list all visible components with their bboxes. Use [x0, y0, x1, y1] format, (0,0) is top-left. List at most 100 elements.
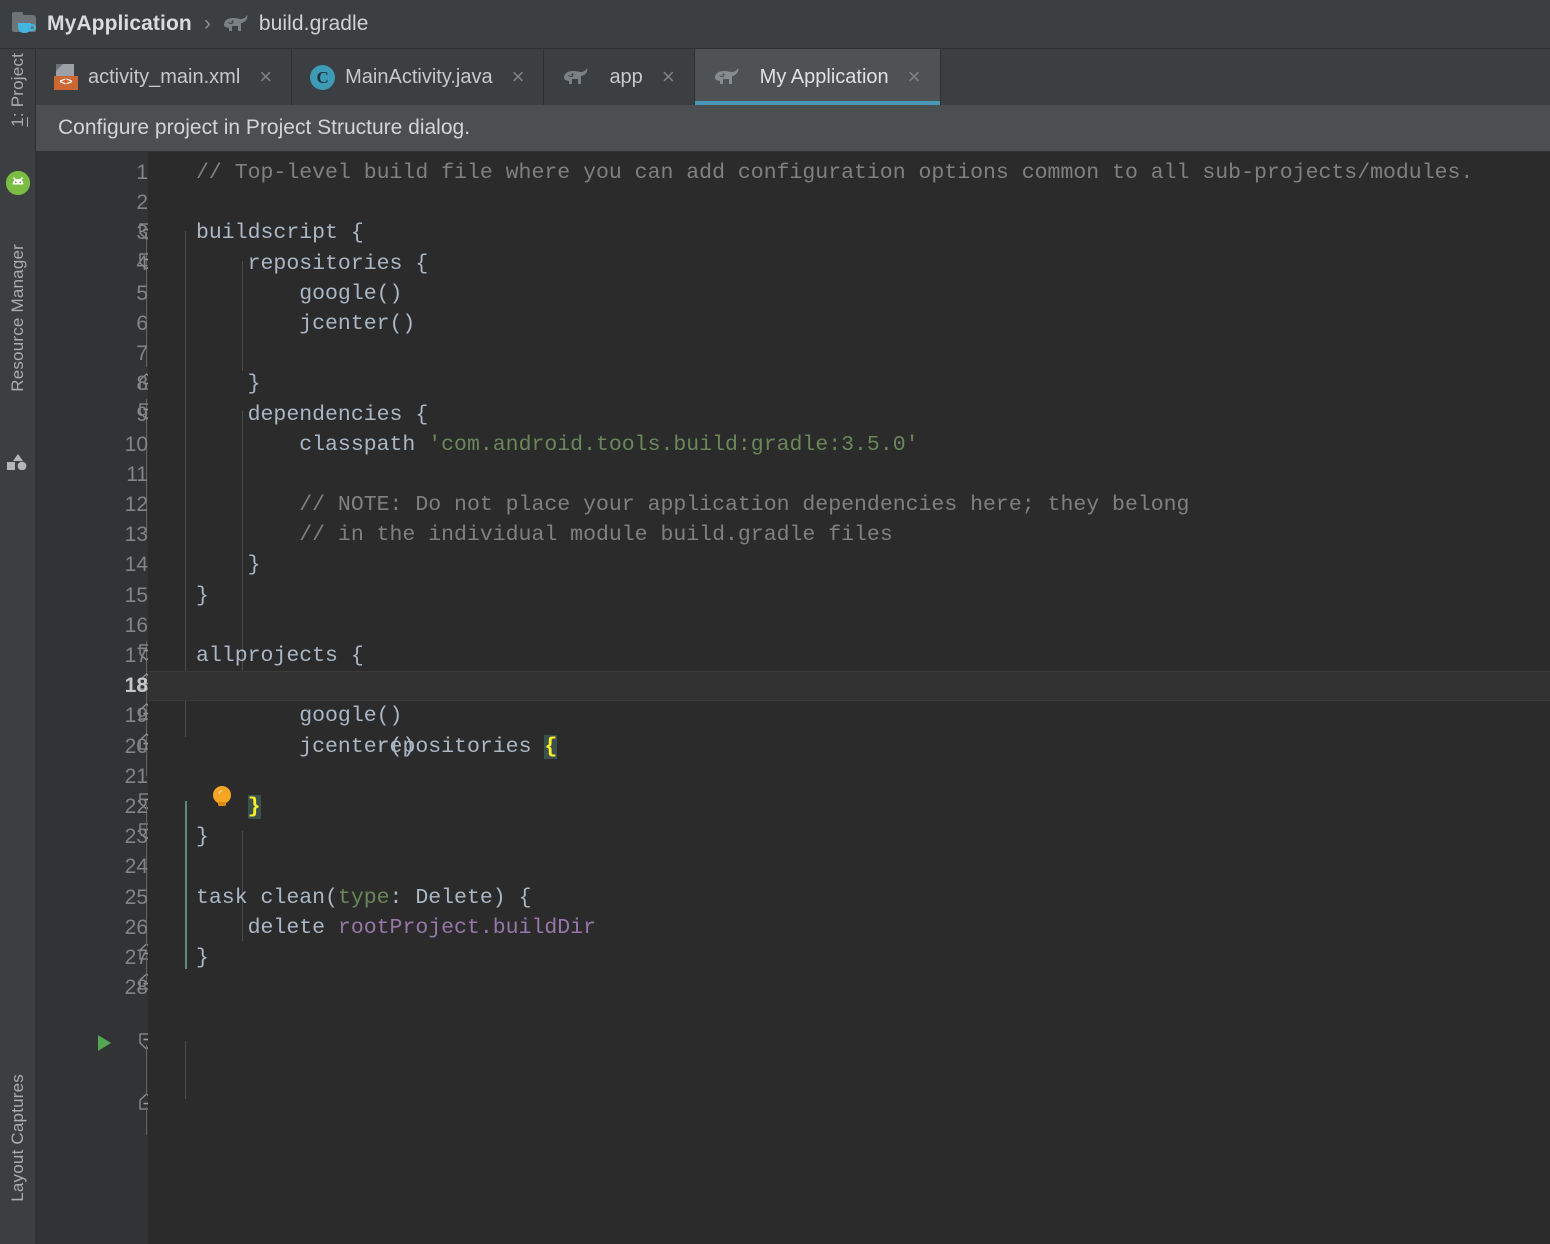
- android-studio-window: MyApplication › build.gradle <> activity…: [0, 0, 1550, 1244]
- run-task-arrow-icon[interactable]: [98, 1035, 111, 1051]
- line-number: 9: [136, 402, 148, 426]
- line-number: 10: [124, 432, 148, 456]
- intention-bulb-icon[interactable]: [211, 785, 233, 809]
- tab-label: My Application: [759, 65, 889, 88]
- left-tool-sidebar: 1: Project Resource Manager Layout Captu…: [0, 49, 36, 1244]
- resource-manager-shapes-icon-wrap[interactable]: [0, 454, 36, 471]
- code-identifier-rootproject: rootProject.buildDir: [337, 915, 596, 940]
- code-line: google(): [196, 704, 403, 729]
- code-line: }: [196, 583, 209, 608]
- line-number: 27: [124, 945, 148, 969]
- tab-label: activity_main.xml: [88, 65, 241, 88]
- line-number: 22: [124, 794, 148, 818]
- code-line: }: [196, 945, 209, 970]
- code-line: }: [196, 825, 209, 850]
- code-keyword-type: type: [337, 885, 390, 910]
- code-line: dependencies {: [196, 402, 429, 427]
- line-number: 20: [124, 734, 148, 758]
- banner-message: Configure project in Project Structure d…: [58, 116, 471, 139]
- line-number: 13: [124, 523, 148, 547]
- line-number: 5: [136, 281, 148, 305]
- line-number: 28: [124, 976, 148, 1000]
- tab-app[interactable]: app ×: [544, 49, 695, 105]
- close-icon[interactable]: ×: [659, 64, 678, 90]
- line-number: 17: [124, 644, 148, 667]
- code-line: }: [148, 792, 1550, 822]
- line-number: 15: [124, 583, 148, 607]
- line-number: 19: [124, 704, 148, 728]
- close-icon[interactable]: ×: [256, 64, 275, 90]
- android-icon: [6, 171, 30, 195]
- code-line: // Top-level build file where you can ad…: [148, 158, 1550, 188]
- sidebar-item-android-logo[interactable]: [0, 171, 36, 195]
- breadcrumb-item-file[interactable]: build.gradle: [222, 0, 369, 48]
- code-comment: // NOTE: Do not place your application d…: [299, 493, 1190, 518]
- module-folder-icon: [12, 12, 38, 36]
- code-line: repositories {: [196, 251, 429, 276]
- breadcrumb-separator: ›: [203, 12, 211, 35]
- code-line: // in the individual module build.gradle…: [148, 520, 1550, 550]
- sidebar-item-label: 1: Project: [8, 53, 27, 127]
- close-icon[interactable]: ×: [905, 64, 924, 90]
- tab-mainactivity-java[interactable]: C MainActivity.java ×: [292, 49, 545, 105]
- code-line: jcenter(): [196, 311, 416, 336]
- code-editor[interactable]: 1 2 3 4 5 6 7 8 9 10 11 12 13 14 15 16 1…: [36, 152, 1550, 1244]
- code-line: google(): [196, 281, 403, 306]
- line-number: 2: [136, 191, 148, 215]
- breadcrumb-file-label: build.gradle: [258, 12, 369, 35]
- code-line: allprojects {: [196, 644, 364, 668]
- line-number: 24: [124, 855, 148, 879]
- notification-banner: Configure project in Project Structure d…: [36, 105, 1550, 152]
- fold-connector: [146, 1107, 147, 1135]
- code-comment: // Top-level build file where you can ad…: [196, 161, 1474, 185]
- code-line: }: [196, 553, 261, 578]
- line-number: 8: [136, 372, 148, 396]
- line-number: 14: [124, 553, 148, 577]
- sidebar-item-project[interactable]: 1: Project: [0, 53, 36, 127]
- breadcrumb-module-label: MyApplication: [47, 12, 192, 35]
- code-line: delete rootProject.buildDir: [196, 915, 596, 940]
- code-content[interactable]: // Top-level build file where you can ad…: [148, 152, 1550, 1244]
- gradle-elephant-icon: [562, 66, 590, 88]
- tab-label: app: [609, 65, 643, 88]
- fold-connector: [146, 1045, 147, 1095]
- line-number: 23: [124, 825, 148, 849]
- sidebar-item-label: Resource Manager: [8, 244, 27, 392]
- sidebar-item-label: Layout Captures: [8, 1074, 27, 1202]
- code-line: }: [196, 372, 261, 397]
- line-number: 21: [124, 764, 148, 788]
- close-icon[interactable]: ×: [509, 64, 528, 90]
- line-number: 4: [136, 251, 148, 275]
- line-number: 11: [126, 462, 148, 486]
- breadcrumb: MyApplication › build.gradle: [0, 0, 1550, 49]
- tab-label: MainActivity.java: [345, 65, 493, 88]
- line-number: 26: [124, 915, 148, 939]
- shapes-icon: [7, 454, 29, 471]
- code-line: // NOTE: Do not place your application d…: [148, 490, 1550, 520]
- tab-my-application[interactable]: My Application ×: [694, 49, 941, 105]
- tab-activity-main-xml[interactable]: <> activity_main.xml ×: [36, 49, 293, 105]
- code-line: classpath 'com.android.tools.build:gradl…: [196, 432, 919, 457]
- line-number: 12: [124, 493, 148, 517]
- gradle-elephant-icon: [222, 13, 250, 35]
- breadcrumb-item-module[interactable]: MyApplication: [12, 0, 192, 48]
- line-number: 16: [124, 613, 148, 637]
- line-number: 3: [136, 221, 148, 245]
- gradle-elephant-icon: [713, 66, 741, 88]
- code-line: jcenter(): [196, 734, 416, 759]
- xml-file-icon: <>: [54, 64, 78, 90]
- code-string-literal: 'com.android.tools.build:gradle:3.5.0': [428, 432, 919, 457]
- line-number-column: 1 2 3 4 5 6 7 8 9 10 11 12 13 14 15 16 1…: [36, 158, 148, 1003]
- sidebar-item-layout-captures[interactable]: Layout Captures: [0, 1074, 36, 1202]
- line-number: 6: [136, 311, 148, 335]
- indent-guide: [185, 1041, 186, 1099]
- java-class-icon: C: [310, 64, 336, 90]
- sidebar-item-resource-manager[interactable]: Resource Manager: [0, 244, 36, 392]
- line-number: 7: [136, 342, 148, 366]
